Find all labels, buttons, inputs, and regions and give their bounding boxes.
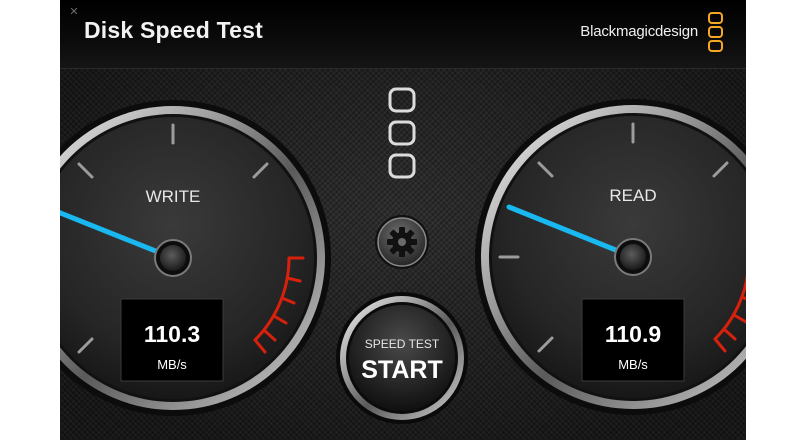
read-gauge: READ 110.9 MB/s: [475, 99, 746, 415]
write-gauge-label: WRITE: [146, 187, 201, 206]
start-button-label: START: [361, 356, 442, 384]
settings-button[interactable]: [375, 215, 429, 269]
read-gauge-label: READ: [609, 186, 656, 205]
read-speed-value: 110.9: [605, 321, 661, 347]
gauge-panel: WRITE 110.3 MB/s READ 110.9 MB/s SPEED T…: [60, 69, 746, 440]
write-gauge: WRITE 110.3 MB/s: [60, 100, 331, 416]
read-speed-unit: MB/s: [618, 357, 648, 372]
gear-icon: [387, 227, 417, 257]
title-bar: ✕ Disk Speed Test Blackmagicdesign: [60, 0, 746, 69]
center-logo-icon: [388, 87, 416, 179]
brand-name: Blackmagicdesign: [580, 23, 698, 40]
close-icon[interactable]: ✕: [68, 6, 80, 18]
window-title: Disk Speed Test: [84, 17, 263, 43]
app-window: ✕ Disk Speed Test Blackmagicdesign WRITE…: [60, 0, 746, 440]
write-speed-unit: MB/s: [157, 357, 187, 372]
write-speed-value: 110.3: [144, 321, 200, 347]
gauge-panel-graphics: WRITE 110.3 MB/s READ 110.9 MB/s SPEED T…: [60, 87, 746, 424]
start-button[interactable]: SPEED TEST START: [336, 292, 468, 424]
start-button-sublabel: SPEED TEST: [365, 337, 440, 351]
brand-logo-icon: [708, 12, 723, 52]
